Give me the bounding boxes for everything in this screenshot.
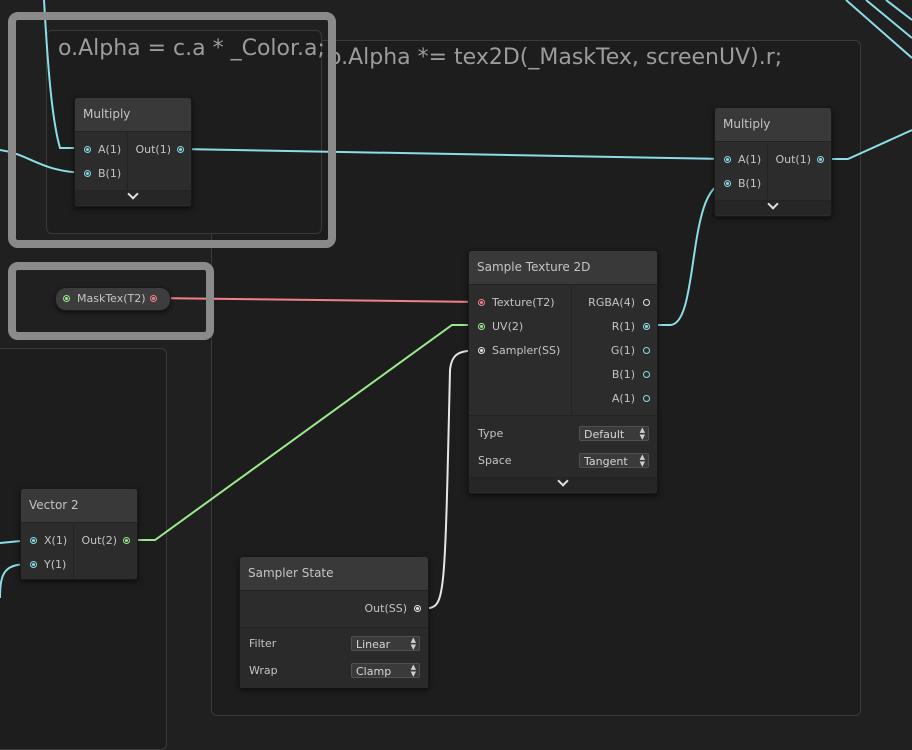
port-in-x[interactable]: X(1) bbox=[28, 531, 73, 551]
port-label: G(1) bbox=[610, 344, 635, 357]
chevron-down-icon bbox=[127, 188, 139, 200]
port-out-b[interactable]: B(1) bbox=[577, 365, 657, 385]
node-title[interactable]: Sample Texture 2D bbox=[469, 251, 657, 285]
dropdown-value: Tangent bbox=[584, 455, 628, 468]
node-title[interactable]: Sampler State bbox=[240, 557, 428, 591]
port-label: R(1) bbox=[611, 320, 635, 333]
masktex-property-node[interactable]: MaskTex(T2) bbox=[55, 287, 171, 311]
output-slot[interactable] bbox=[150, 295, 157, 302]
chevron-down-icon bbox=[767, 198, 779, 210]
node-settings: Type Default ▲ ▼ Space Tangent ▲ ▼ bbox=[469, 415, 657, 478]
expand-button[interactable] bbox=[75, 188, 191, 205]
port-label: A(1) bbox=[611, 392, 635, 405]
input-slot[interactable] bbox=[30, 537, 37, 544]
input-slot[interactable] bbox=[724, 156, 731, 163]
wire-float bbox=[865, 0, 912, 39]
dropdown-arrows-icon: ▲ ▼ bbox=[410, 663, 416, 678]
multiply-node-left[interactable]: Multiply A(1) B(1) Out(1) bbox=[74, 97, 192, 207]
port-out[interactable]: Out(SS) bbox=[348, 599, 428, 619]
input-slot[interactable] bbox=[30, 561, 37, 568]
output-slot[interactable] bbox=[643, 395, 650, 402]
filter-dropdown[interactable]: Linear ▲ ▼ bbox=[351, 636, 420, 651]
output-slot[interactable] bbox=[123, 537, 130, 544]
port-label: RGBA(4) bbox=[588, 296, 635, 309]
port-out-g[interactable]: G(1) bbox=[577, 341, 657, 361]
sampler-state-node[interactable]: Sampler State Out(SS) Filter Linear ▲ ▼ W… bbox=[239, 556, 429, 688]
wire-float bbox=[885, 0, 912, 21]
wrap-label: Wrap bbox=[249, 664, 278, 677]
port-label: B(1) bbox=[738, 177, 762, 190]
dropdown-arrows-icon: ▲ ▼ bbox=[410, 636, 416, 651]
port-in-sampler[interactable]: Sampler(SS) bbox=[476, 341, 571, 361]
port-label: Out(1) bbox=[135, 143, 171, 156]
multiply-node-right[interactable]: Multiply A(1) B(1) Out(1) bbox=[714, 107, 832, 217]
dropdown-value: Linear bbox=[356, 638, 391, 651]
port-out[interactable]: Out(1) bbox=[131, 140, 191, 160]
type-label: Type bbox=[478, 427, 504, 440]
output-slot[interactable] bbox=[643, 347, 650, 354]
group-left-title[interactable]: o.Alpha = c.a * _Color.a; bbox=[58, 36, 325, 61]
port-label: Out(1) bbox=[775, 153, 811, 166]
port-in-b[interactable]: B(1) bbox=[82, 164, 127, 184]
input-slot[interactable] bbox=[478, 347, 485, 354]
port-out[interactable]: Out(2) bbox=[77, 531, 137, 551]
output-slot[interactable] bbox=[643, 371, 650, 378]
dropdown-value: Clamp bbox=[356, 665, 392, 678]
sample-texture-2d-node[interactable]: Sample Texture 2D Texture(T2) UV(2) Samp… bbox=[468, 250, 658, 494]
output-slot[interactable] bbox=[414, 605, 421, 612]
input-slot[interactable] bbox=[478, 299, 485, 306]
wrap-dropdown[interactable]: Clamp ▲ ▼ bbox=[351, 663, 420, 678]
node-title[interactable]: Multiply bbox=[75, 98, 191, 132]
port-out-rgba[interactable]: RGBA(4) bbox=[577, 293, 657, 313]
vector2-node[interactable]: Vector 2 X(1) Y(1) Out(2) bbox=[20, 488, 138, 580]
port-in-b[interactable]: B(1) bbox=[722, 174, 767, 194]
expand-button[interactable] bbox=[715, 198, 831, 215]
port-label: Out(SS) bbox=[364, 602, 408, 615]
dropdown-value: Default bbox=[584, 428, 625, 441]
port-in-y[interactable]: Y(1) bbox=[28, 555, 73, 575]
port-out-a[interactable]: A(1) bbox=[577, 389, 657, 409]
space-dropdown[interactable]: Tangent ▲ ▼ bbox=[579, 453, 649, 468]
port-label: UV(2) bbox=[492, 320, 524, 333]
dropdown-arrows-icon: ▲ ▼ bbox=[639, 453, 645, 468]
filter-label: Filter bbox=[249, 637, 277, 650]
port-label: Texture(T2) bbox=[492, 296, 555, 309]
port-out[interactable]: Out(1) bbox=[771, 150, 831, 170]
port-label: Out(2) bbox=[81, 534, 117, 547]
port-label: A(1) bbox=[738, 153, 762, 166]
property-label: MaskTex(T2) bbox=[77, 292, 146, 305]
port-in-uv[interactable]: UV(2) bbox=[476, 317, 571, 337]
property-indicator-icon bbox=[63, 295, 70, 302]
output-slot[interactable] bbox=[643, 323, 650, 330]
input-slot[interactable] bbox=[84, 170, 91, 177]
expand-button[interactable] bbox=[469, 475, 657, 492]
node-title[interactable]: Vector 2 bbox=[21, 489, 137, 523]
port-label: Y(1) bbox=[44, 558, 67, 571]
port-label: B(1) bbox=[611, 368, 635, 381]
port-in-texture[interactable]: Texture(T2) bbox=[476, 293, 571, 313]
input-slot[interactable] bbox=[478, 323, 485, 330]
input-slot[interactable] bbox=[724, 180, 731, 187]
group-right-title[interactable]: o.Alpha *= tex2D(_MaskTex, screenUV).r; bbox=[328, 45, 782, 70]
input-slot[interactable] bbox=[84, 146, 91, 153]
chevron-down-icon bbox=[557, 475, 569, 487]
port-label: Sampler(SS) bbox=[492, 344, 561, 357]
output-slot[interactable] bbox=[817, 156, 824, 163]
port-out-r[interactable]: R(1) bbox=[577, 317, 657, 337]
node-title[interactable]: Multiply bbox=[715, 108, 831, 142]
port-label: A(1) bbox=[98, 143, 122, 156]
port-label: X(1) bbox=[44, 534, 68, 547]
output-slot[interactable] bbox=[643, 299, 650, 306]
space-label: Space bbox=[478, 454, 512, 467]
node-settings: Filter Linear ▲ ▼ Wrap Clamp ▲ ▼ bbox=[240, 627, 428, 688]
port-in-a[interactable]: A(1) bbox=[722, 150, 767, 170]
output-slot[interactable] bbox=[177, 146, 184, 153]
type-dropdown[interactable]: Default ▲ ▼ bbox=[579, 426, 649, 441]
dropdown-arrows-icon: ▲ ▼ bbox=[639, 426, 645, 441]
port-in-a[interactable]: A(1) bbox=[82, 140, 127, 160]
port-label: B(1) bbox=[98, 167, 122, 180]
